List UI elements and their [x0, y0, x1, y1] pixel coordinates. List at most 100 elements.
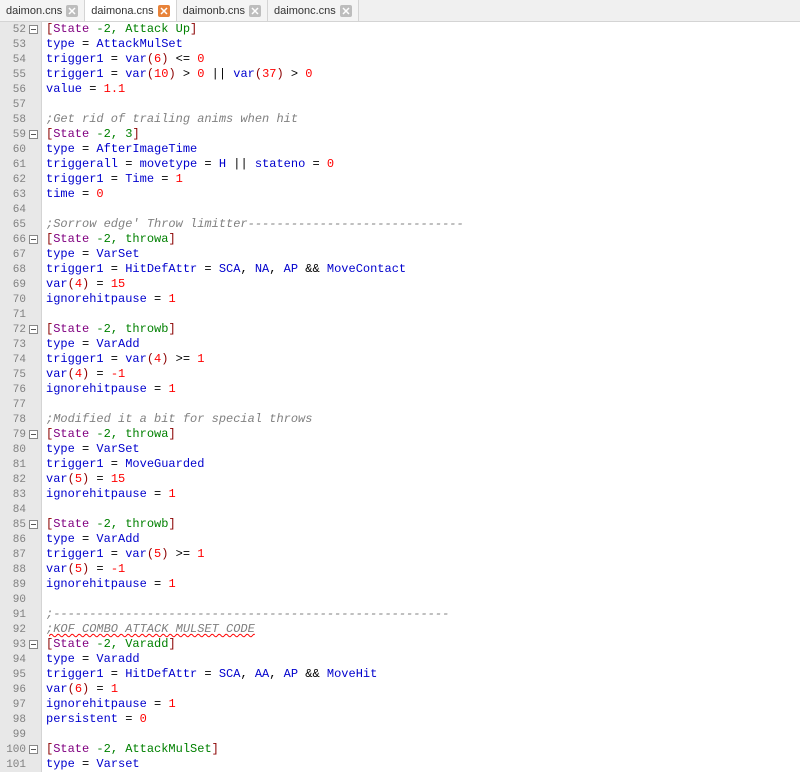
- gutter-row: 54: [0, 52, 41, 67]
- line-number: 94: [2, 654, 26, 666]
- code-line[interactable]: trigger1 = HitDefAttr = SCA, NA, AP && M…: [46, 262, 800, 277]
- code-line[interactable]: var(6) = 1: [46, 682, 800, 697]
- code-area[interactable]: [State -2, Attack Up]type = AttackMulSet…: [42, 22, 800, 772]
- tab-daimona-cns[interactable]: daimona.cns: [85, 0, 176, 21]
- code-line[interactable]: triggerall = movetype = H || stateno = 0: [46, 157, 800, 172]
- code-line[interactable]: var(5) = -1: [46, 562, 800, 577]
- code-line[interactable]: ;KOF COMBO ATTACK MULSET CODE: [46, 622, 800, 637]
- code-line[interactable]: [State -2, Varadd]: [46, 637, 800, 652]
- code-line[interactable]: var(5) = 15: [46, 472, 800, 487]
- code-line[interactable]: type = VarAdd: [46, 532, 800, 547]
- fold-toggle-icon[interactable]: [28, 234, 39, 245]
- code-line[interactable]: value = 1.1: [46, 82, 800, 97]
- code-line[interactable]: [State -2, throwa]: [46, 232, 800, 247]
- line-number: 77: [2, 399, 26, 411]
- code-line[interactable]: type = VarSet: [46, 442, 800, 457]
- fold-toggle-icon[interactable]: [28, 24, 39, 35]
- code-line[interactable]: [46, 502, 800, 517]
- gutter-row: 62: [0, 172, 41, 187]
- code-line[interactable]: type = AttackMulSet: [46, 37, 800, 52]
- line-number: 97: [2, 699, 26, 711]
- gutter-row: 81: [0, 457, 41, 472]
- code-line[interactable]: trigger1 = var(10) > 0 || var(37) > 0: [46, 67, 800, 82]
- close-icon[interactable]: [66, 5, 78, 17]
- fold-toggle-icon[interactable]: [28, 429, 39, 440]
- line-number: 67: [2, 249, 26, 261]
- code-line[interactable]: trigger1 = var(6) <= 0: [46, 52, 800, 67]
- code-line[interactable]: ;---------------------------------------…: [46, 607, 800, 622]
- code-line[interactable]: type = VarAdd: [46, 337, 800, 352]
- code-line[interactable]: ignorehitpause = 1: [46, 697, 800, 712]
- code-line[interactable]: [State -2, 3]: [46, 127, 800, 142]
- line-number: 62: [2, 174, 26, 186]
- code-line[interactable]: trigger1 = HitDefAttr = SCA, AA, AP && M…: [46, 667, 800, 682]
- code-line[interactable]: time = 0: [46, 187, 800, 202]
- fold-spacer: [28, 669, 39, 680]
- code-line[interactable]: [State -2, throwa]: [46, 427, 800, 442]
- code-line[interactable]: type = VarSet: [46, 247, 800, 262]
- fold-spacer: [28, 339, 39, 350]
- code-line[interactable]: [State -2, throwb]: [46, 322, 800, 337]
- fold-toggle-icon[interactable]: [28, 519, 39, 530]
- gutter-row: 85: [0, 517, 41, 532]
- fold-toggle-icon[interactable]: [28, 744, 39, 755]
- code-line[interactable]: [46, 592, 800, 607]
- code-line[interactable]: ignorehitpause = 1: [46, 577, 800, 592]
- fold-toggle-icon[interactable]: [28, 324, 39, 335]
- code-line[interactable]: trigger1 = Time = 1: [46, 172, 800, 187]
- code-line[interactable]: [46, 202, 800, 217]
- gutter-row: 83: [0, 487, 41, 502]
- code-line[interactable]: var(4) = -1: [46, 367, 800, 382]
- gutter-row: 76: [0, 382, 41, 397]
- fold-spacer: [28, 294, 39, 305]
- line-number: 81: [2, 459, 26, 471]
- line-number: 52: [2, 24, 26, 36]
- code-line[interactable]: ignorehitpause = 1: [46, 382, 800, 397]
- code-line[interactable]: ignorehitpause = 1: [46, 292, 800, 307]
- tab-label: daimonc.cns: [274, 5, 336, 17]
- gutter-row: 61: [0, 157, 41, 172]
- line-number: 57: [2, 99, 26, 111]
- line-number: 91: [2, 609, 26, 621]
- gutter-row: 66: [0, 232, 41, 247]
- fold-spacer: [28, 114, 39, 125]
- tab-label: daimon.cns: [6, 5, 62, 17]
- fold-toggle-icon[interactable]: [28, 129, 39, 140]
- gutter-row: 53: [0, 37, 41, 52]
- fold-spacer: [28, 39, 39, 50]
- fold-spacer: [28, 594, 39, 605]
- code-line[interactable]: type = Varset: [46, 757, 800, 772]
- close-icon[interactable]: [158, 5, 170, 17]
- code-line[interactable]: [State -2, AttackMulSet]: [46, 742, 800, 757]
- close-icon[interactable]: [340, 5, 352, 17]
- code-line[interactable]: ;Get rid of trailing anims when hit: [46, 112, 800, 127]
- code-line[interactable]: var(4) = 15: [46, 277, 800, 292]
- code-line[interactable]: [46, 727, 800, 742]
- code-line[interactable]: ignorehitpause = 1: [46, 487, 800, 502]
- gutter-row: 77: [0, 397, 41, 412]
- code-line[interactable]: trigger1 = var(4) >= 1: [46, 352, 800, 367]
- code-line[interactable]: [State -2, throwb]: [46, 517, 800, 532]
- code-line[interactable]: type = AfterImageTime: [46, 142, 800, 157]
- fold-spacer: [28, 354, 39, 365]
- close-icon[interactable]: [249, 5, 261, 17]
- code-line[interactable]: persistent = 0: [46, 712, 800, 727]
- gutter-row: 58: [0, 112, 41, 127]
- gutter-row: 86: [0, 532, 41, 547]
- code-line[interactable]: [46, 397, 800, 412]
- tab-daimonb-cns[interactable]: daimonb.cns: [177, 0, 268, 21]
- code-line[interactable]: ;Sorrow edge' Throw limitter------------…: [46, 217, 800, 232]
- fold-toggle-icon[interactable]: [28, 639, 39, 650]
- code-line[interactable]: ;Modified it a bit for special throws: [46, 412, 800, 427]
- code-line[interactable]: [State -2, Attack Up]: [46, 22, 800, 37]
- line-number: 90: [2, 594, 26, 606]
- line-number: 72: [2, 324, 26, 336]
- tab-daimonc-cns[interactable]: daimonc.cns: [268, 0, 359, 21]
- code-line[interactable]: [46, 97, 800, 112]
- fold-spacer: [28, 84, 39, 95]
- tab-daimon-cns[interactable]: daimon.cns: [0, 0, 85, 21]
- code-line[interactable]: type = Varadd: [46, 652, 800, 667]
- code-line[interactable]: trigger1 = var(5) >= 1: [46, 547, 800, 562]
- code-line[interactable]: [46, 307, 800, 322]
- code-line[interactable]: trigger1 = MoveGuarded: [46, 457, 800, 472]
